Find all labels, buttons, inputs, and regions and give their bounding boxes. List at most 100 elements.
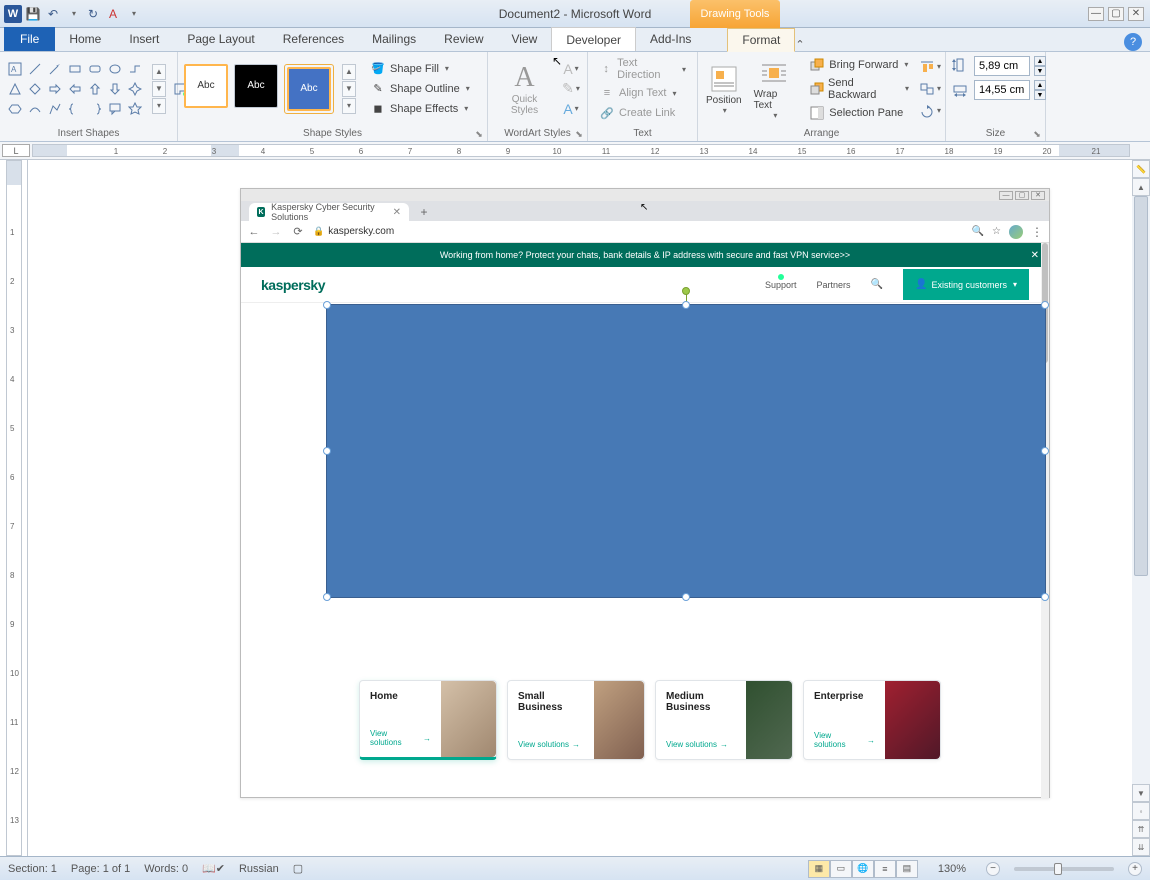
shape-oval-icon[interactable] bbox=[106, 60, 124, 78]
shapes-more-icon[interactable]: ▾ bbox=[152, 98, 166, 114]
tab-developer[interactable]: Developer bbox=[551, 27, 636, 51]
dialog-launcher-icon[interactable]: ⬊ bbox=[573, 129, 585, 141]
shape-brace-icon[interactable] bbox=[66, 100, 84, 118]
status-page[interactable]: Page: 1 of 1 bbox=[71, 863, 130, 875]
scroll-down-icon[interactable]: ▼ bbox=[1132, 784, 1150, 802]
shape-elbow-icon[interactable] bbox=[126, 60, 144, 78]
shape-textbox-icon[interactable]: A bbox=[6, 60, 24, 78]
shape-roundrect-icon[interactable] bbox=[86, 60, 104, 78]
shape-fill-button[interactable]: 🪣Shape Fill▾ bbox=[368, 60, 472, 78]
height-up-icon[interactable]: ▲ bbox=[1034, 56, 1046, 66]
qat-customize-icon[interactable]: ▾ bbox=[124, 5, 142, 23]
shape-uarrow-icon[interactable] bbox=[86, 80, 104, 98]
resize-handle-tr[interactable] bbox=[1041, 301, 1049, 309]
tab-review[interactable]: Review bbox=[430, 27, 497, 51]
styles-down-icon[interactable]: ▼ bbox=[342, 81, 356, 97]
group-button[interactable]: ▾ bbox=[919, 79, 941, 99]
tab-page-layout[interactable]: Page Layout bbox=[173, 27, 268, 51]
resize-handle-tl[interactable] bbox=[323, 301, 331, 309]
resize-handle-bm[interactable] bbox=[682, 593, 690, 601]
tab-format[interactable]: Format bbox=[727, 28, 795, 52]
shape-brace2-icon[interactable] bbox=[86, 100, 104, 118]
shape-diamond-icon[interactable] bbox=[26, 80, 44, 98]
width-up-icon[interactable]: ▲ bbox=[1034, 80, 1046, 90]
zoom-in-icon[interactable]: + bbox=[1128, 862, 1142, 876]
resize-handle-mr[interactable] bbox=[1041, 447, 1049, 455]
drawn-rectangle-shape[interactable] bbox=[326, 304, 1046, 598]
height-down-icon[interactable]: ▼ bbox=[1034, 66, 1046, 76]
shapes-down-icon[interactable]: ▼ bbox=[152, 81, 166, 97]
rotation-handle[interactable] bbox=[682, 287, 690, 295]
tab-mailings[interactable]: Mailings bbox=[358, 27, 430, 51]
shape-larrow-icon[interactable] bbox=[66, 80, 84, 98]
macro-recording-icon[interactable]: ▢ bbox=[293, 862, 303, 875]
resize-handle-ml[interactable] bbox=[323, 447, 331, 455]
tab-insert[interactable]: Insert bbox=[115, 27, 173, 51]
browse-object-icon[interactable]: ◦ bbox=[1132, 802, 1150, 820]
save-icon[interactable]: 💾 bbox=[24, 5, 42, 23]
selection-pane-button[interactable]: Selection Pane bbox=[807, 104, 911, 122]
dialog-launcher-icon[interactable]: ⬊ bbox=[1031, 129, 1043, 141]
shape-effects-button[interactable]: ◼Shape Effects▾ bbox=[368, 100, 472, 118]
shape-arrow-icon[interactable] bbox=[46, 60, 64, 78]
status-section[interactable]: Section: 1 bbox=[8, 863, 57, 875]
send-backward-button[interactable]: Send Backward▾ bbox=[807, 76, 911, 102]
scroll-thumb[interactable] bbox=[1134, 196, 1148, 576]
status-language[interactable]: Russian bbox=[239, 863, 279, 875]
shape-freeform-icon[interactable] bbox=[46, 100, 64, 118]
redo-icon[interactable]: ↻ bbox=[84, 5, 102, 23]
horizontal-ruler[interactable]: 123456789101112131415161718192021 bbox=[32, 144, 1130, 157]
shape-curve-icon[interactable] bbox=[26, 100, 44, 118]
full-screen-view-icon[interactable]: ▭ bbox=[830, 860, 852, 878]
shape-rarrow-icon[interactable] bbox=[46, 80, 64, 98]
vertical-ruler[interactable]: 12345678910111213 bbox=[0, 160, 28, 856]
dialog-launcher-icon[interactable]: ⬊ bbox=[473, 129, 485, 141]
minimize-ribbon-icon[interactable]: ⌃ bbox=[795, 37, 809, 51]
vertical-scrollbar[interactable]: 📏 ▲ ▼ ◦ ⇈ ⇊ bbox=[1132, 160, 1150, 856]
shape-callout-icon[interactable] bbox=[106, 100, 124, 118]
status-words[interactable]: Words: 0 bbox=[144, 863, 188, 875]
close-button[interactable]: ✕ bbox=[1128, 7, 1144, 21]
page-canvas[interactable]: — ▢ ✕ K Kaspersky Cyber Security Solutio… bbox=[28, 160, 1132, 856]
wrap-text-button[interactable]: Wrap Text▾ bbox=[750, 57, 800, 120]
height-input[interactable] bbox=[974, 56, 1030, 76]
tab-home[interactable]: Home bbox=[55, 27, 115, 51]
rotate-button[interactable]: ▾ bbox=[919, 101, 941, 121]
resize-handle-tm[interactable] bbox=[682, 301, 690, 309]
style-preset-3[interactable]: Abc bbox=[287, 67, 331, 111]
shape-styles-gallery[interactable]: Abc Abc Abc bbox=[184, 64, 334, 114]
shape-triangle-icon[interactable] bbox=[6, 80, 24, 98]
shapes-gallery[interactable]: A bbox=[6, 60, 144, 118]
scroll-up-icon[interactable]: ▲ bbox=[1132, 178, 1150, 196]
tab-selector[interactable]: L bbox=[2, 144, 30, 157]
resize-handle-bl[interactable] bbox=[323, 593, 331, 601]
shape-outline-button[interactable]: ✎Shape Outline▾ bbox=[368, 80, 472, 98]
tab-references[interactable]: References bbox=[269, 27, 358, 51]
shape-line-icon[interactable] bbox=[26, 60, 44, 78]
bring-forward-button[interactable]: Bring Forward▾ bbox=[807, 56, 911, 74]
width-down-icon[interactable]: ▼ bbox=[1034, 90, 1046, 100]
shapes-up-icon[interactable]: ▲ bbox=[152, 64, 166, 80]
print-layout-view-icon[interactable]: ▦ bbox=[808, 860, 830, 878]
font-color-icon[interactable]: A bbox=[104, 5, 122, 23]
proofing-icon[interactable]: 📖✔ bbox=[202, 862, 225, 875]
shape-hex-icon[interactable] bbox=[6, 100, 24, 118]
shape-star5-icon[interactable] bbox=[126, 100, 144, 118]
width-input[interactable] bbox=[974, 80, 1030, 100]
align-button[interactable]: ▾ bbox=[919, 57, 941, 77]
styles-up-icon[interactable]: ▲ bbox=[342, 64, 356, 80]
prev-page-icon[interactable]: ⇈ bbox=[1132, 820, 1150, 838]
draft-view-icon[interactable]: ▤ bbox=[896, 860, 918, 878]
restore-button[interactable]: ▢ bbox=[1108, 7, 1124, 21]
word-app-icon[interactable]: W bbox=[4, 5, 22, 23]
style-preset-1[interactable]: Abc bbox=[184, 64, 228, 108]
zoom-level[interactable]: 130% bbox=[938, 863, 966, 875]
styles-more-icon[interactable]: ▾ bbox=[342, 98, 356, 114]
tab-view[interactable]: View bbox=[498, 27, 552, 51]
outline-view-icon[interactable]: ≡ bbox=[874, 860, 896, 878]
help-icon[interactable]: ? bbox=[1124, 33, 1142, 51]
next-page-icon[interactable]: ⇊ bbox=[1132, 838, 1150, 856]
shape-star4-icon[interactable] bbox=[126, 80, 144, 98]
undo-dropdown-icon[interactable]: ▾ bbox=[64, 5, 82, 23]
view-ruler-toggle[interactable]: 📏 bbox=[1132, 160, 1150, 178]
